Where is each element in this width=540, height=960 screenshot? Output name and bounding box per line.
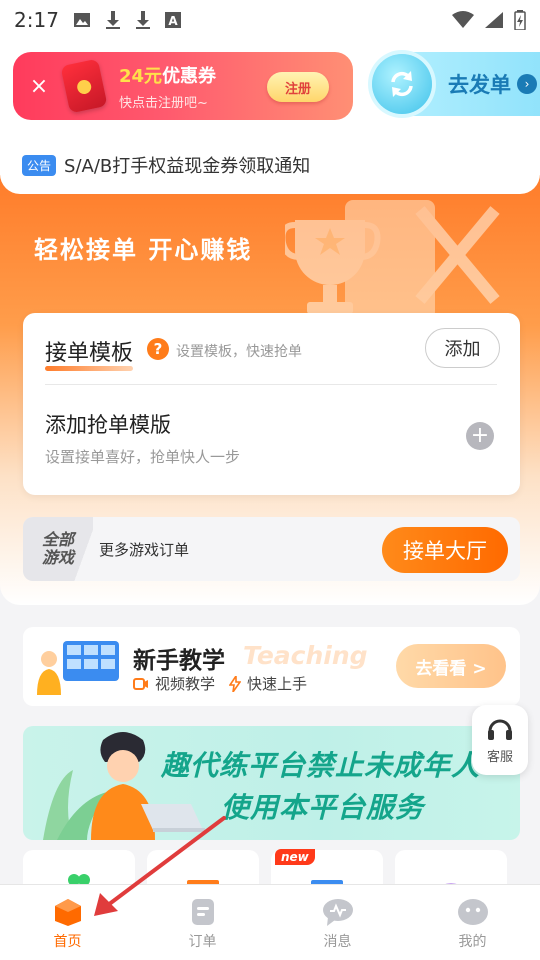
all-games-badge-text: 全部游戏 [41, 530, 74, 567]
home-icon [54, 899, 81, 926]
tab-home-label: 首页 [53, 934, 82, 950]
font-icon: A [164, 12, 181, 28]
headset-icon [488, 719, 512, 740]
top-card: × 24元优惠券 快点击注册吧~ 注册 去发单 › 公告 S/A/B打手权益现金… [0, 40, 540, 194]
status-notification-icons: A [73, 10, 181, 30]
download-icon [135, 11, 150, 29]
coupon-amount: 24元 [119, 65, 163, 87]
tutorial-title: 新手教学 [133, 648, 225, 674]
hero-slogan: 轻松接单 开心赚钱 [34, 236, 253, 264]
wifi-icon [452, 11, 474, 28]
add-template-button[interactable]: 添加 [425, 328, 500, 368]
plus-icon[interactable]: + [466, 422, 494, 450]
template-title: 接单模板 [45, 335, 134, 371]
status-system-icons [452, 10, 526, 30]
new-badge: new [275, 849, 315, 865]
post-order-button[interactable]: 去发单 › [370, 52, 540, 116]
coupon-subtitle: 快点击注册吧~ [119, 95, 208, 111]
minor-notice-line1: 趣代练平台禁止未成年人 [161, 749, 481, 782]
minor-protection-banner[interactable]: 趣代练平台禁止未成年人 使用本平台服务 [23, 726, 520, 840]
notice-text: S/A/B打手权益现金券领取通知 [64, 156, 311, 177]
status-bar: 2:17 A [0, 0, 540, 40]
red-envelope-icon [60, 58, 108, 114]
tutorial-watermark: Teaching [243, 641, 368, 670]
orders-icon [191, 899, 214, 925]
chevron-right-icon: › [517, 74, 537, 94]
post-order-label: 去发单 [448, 73, 511, 97]
coupon-text: 24元优惠券 快点击注册吧~ [119, 62, 216, 111]
template-hint: 设置模板，快速抢单 [176, 344, 302, 360]
tutorial-card[interactable]: 新手教学 Teaching 视频教学 快速上手 去看看 > [23, 627, 520, 706]
status-time: 2:17 [14, 8, 59, 32]
more-game-orders-text: 更多游戏订单 [99, 540, 190, 559]
quick-start-tag: 快速上手 [229, 673, 307, 694]
battery-icon [514, 10, 526, 30]
go-watch-button[interactable]: 去看看 > [396, 644, 506, 688]
coupon-banner[interactable]: × 24元优惠券 快点击注册吧~ 注册 [13, 52, 353, 120]
tab-messages-label: 消息 [323, 934, 352, 950]
minor-notice-line2: 使用本平台服务 [221, 791, 425, 824]
quick-start-label: 快速上手 [247, 675, 308, 693]
order-template-card: 接单模板 ? 设置模板，快速抢单 添加 添加抢单模版 设置接单喜好，抢单快人一步… [23, 313, 520, 495]
tab-orders[interactable]: 订单 [135, 885, 270, 960]
coupon-title: 24元优惠券 [119, 62, 216, 88]
order-hall-button[interactable]: 接单大厅 [382, 527, 508, 573]
help-icon[interactable]: ? [147, 338, 169, 360]
message-icon [322, 899, 353, 926]
video-tutorial-label: 视频教学 [155, 675, 216, 693]
image-icon [73, 13, 90, 27]
all-games-badge: 全部游戏 [23, 517, 93, 581]
customer-service-label: 客服 [486, 750, 513, 765]
notice-bar[interactable]: 公告 S/A/B打手权益现金券领取通知 [22, 152, 310, 178]
signal-icon [485, 12, 503, 28]
tutorial-tags: 视频教学 快速上手 [133, 673, 307, 694]
customer-service-button[interactable]: 客服 [472, 705, 528, 775]
register-button[interactable]: 注册 [267, 72, 329, 102]
add-grab-template-title[interactable]: 添加抢单模版 [45, 409, 171, 439]
profile-icon [457, 899, 488, 925]
video-tutorial-tag: 视频教学 [133, 673, 215, 694]
download-icon [105, 11, 120, 29]
trophy-icon [285, 200, 500, 320]
add-grab-template-subtitle: 设置接单喜好，抢单快人一步 [45, 448, 241, 466]
notice-tag: 公告 [22, 154, 57, 176]
divider [45, 384, 497, 385]
all-games-row[interactable]: 全部游戏 更多游戏订单 接单大厅 [23, 517, 520, 581]
bottom-tab-bar: 首页 订单 消息 我的 [0, 884, 540, 960]
tab-messages[interactable]: 消息 [270, 885, 405, 960]
refresh-icon [372, 54, 432, 114]
svg-text:A: A [168, 14, 178, 28]
tutorial-illustration-icon [37, 641, 119, 695]
tab-home[interactable]: 首页 [0, 885, 135, 960]
lightning-icon [229, 675, 242, 692]
tab-profile-label: 我的 [458, 934, 487, 950]
coupon-title-rest: 优惠券 [162, 65, 217, 87]
tab-profile[interactable]: 我的 [405, 885, 540, 960]
close-icon[interactable]: × [13, 74, 65, 99]
tab-orders-label: 订单 [188, 934, 217, 950]
video-icon [133, 677, 148, 690]
